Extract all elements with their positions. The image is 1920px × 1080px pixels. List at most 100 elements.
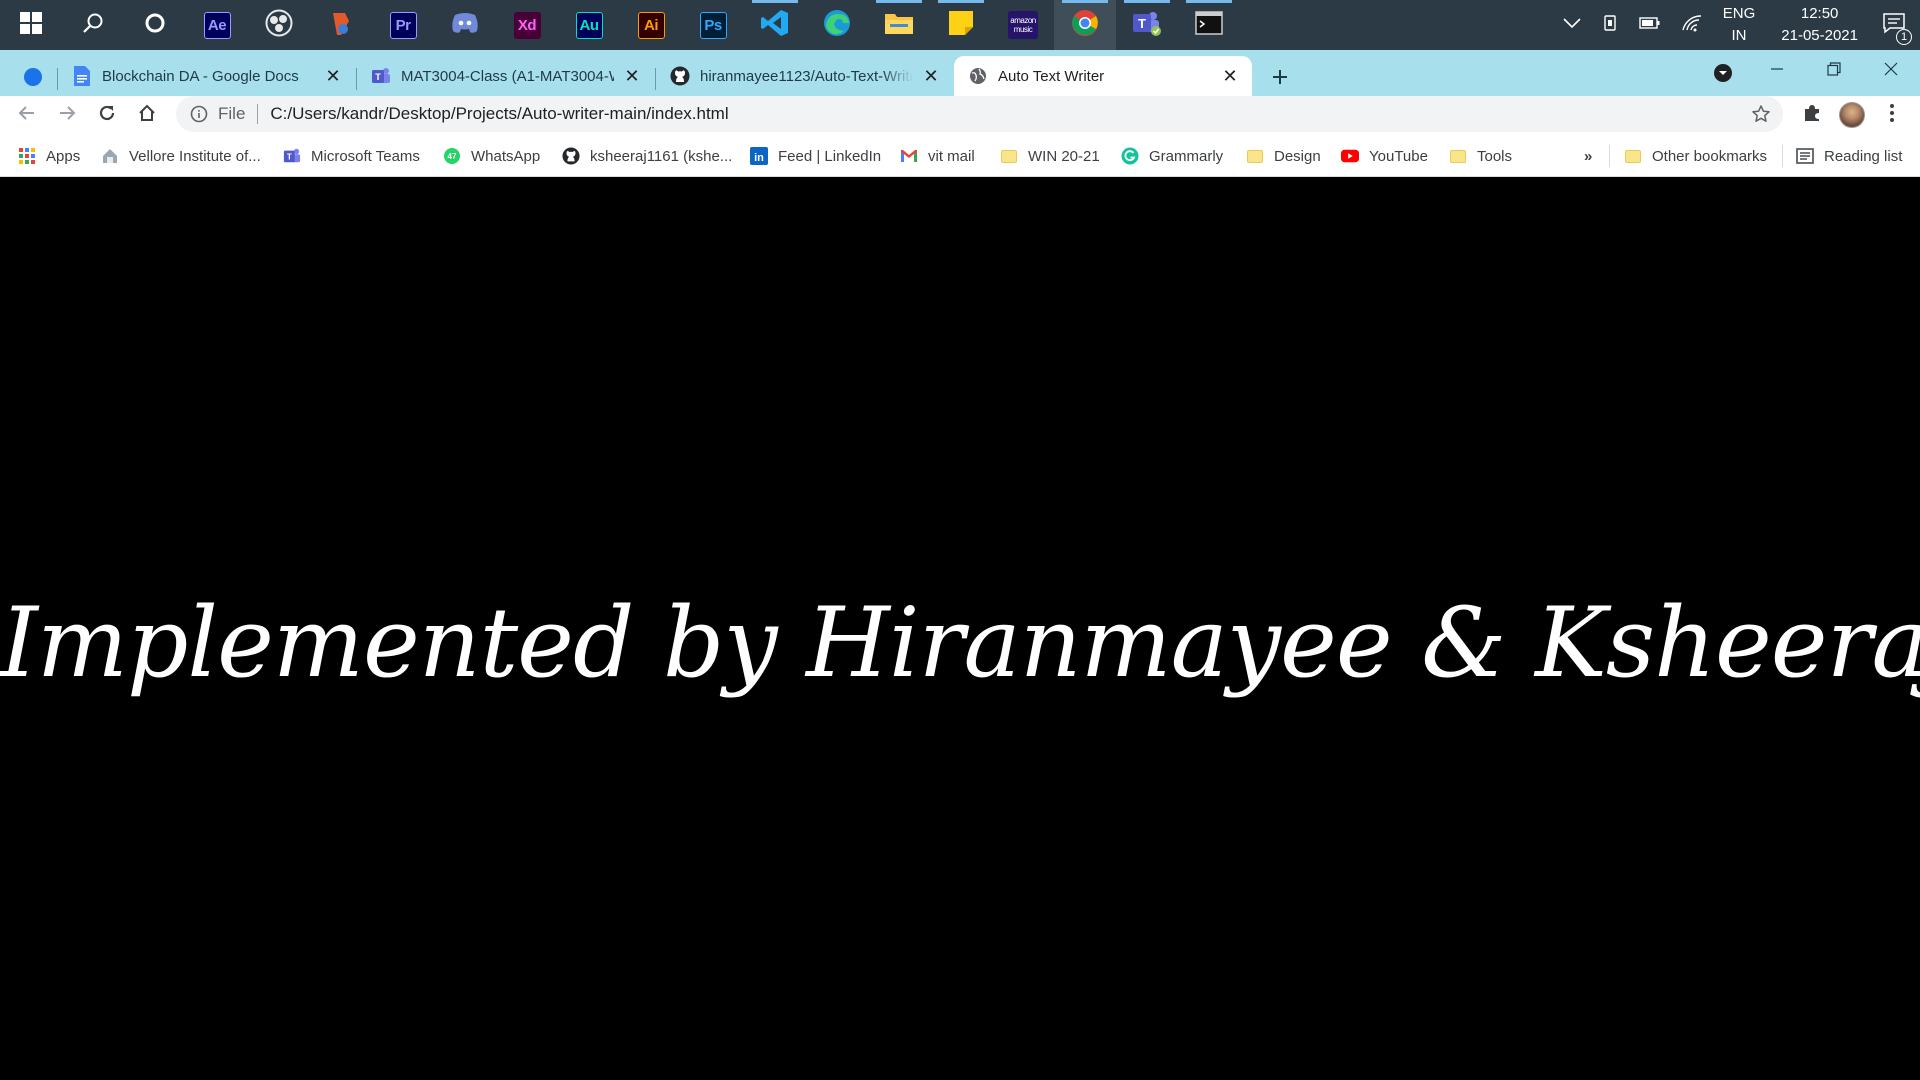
bookmarks-overflow-button[interactable]: » [1584, 144, 1592, 168]
bookmark-star-icon[interactable] [1751, 104, 1771, 124]
taskbar-app-adobe-xd[interactable]: Xd [496, 0, 558, 50]
grammarly-icon [1121, 147, 1139, 165]
tab-list-button[interactable] [1708, 60, 1738, 90]
bookmark-folder-win[interactable]: WIN 20-21 [1000, 144, 1100, 168]
bookmark-label: Tools [1477, 147, 1513, 165]
photoshop-icon: Ps [699, 11, 727, 39]
start-button[interactable] [0, 0, 62, 50]
svg-text:T: T [375, 72, 381, 82]
bookmark-whatsapp[interactable]: 47 WhatsApp [443, 144, 540, 168]
show-hidden-icons-button[interactable] [1553, 0, 1591, 50]
bookmark-github[interactable]: ksheeraj1161 (kshe... [562, 144, 732, 168]
forward-button[interactable] [50, 98, 84, 132]
gmail-icon [900, 147, 918, 165]
tab-google-docs[interactable]: Blockchain DA - Google Docs ✕ [58, 56, 355, 96]
taskbar-app-vscode[interactable] [744, 0, 806, 50]
clock[interactable]: 12:50 21-05-2021 [1765, 0, 1874, 50]
vit-icon [101, 147, 119, 165]
taskbar-app-photoshop[interactable]: Ps [682, 0, 744, 50]
profile-dot-icon [24, 68, 42, 86]
close-tab-icon[interactable]: ✕ [323, 66, 343, 86]
bookmark-label: Feed | LinkedIn [778, 147, 882, 165]
obs-icon [265, 9, 293, 42]
bookmark-youtube[interactable]: YouTube [1341, 144, 1428, 168]
taskbar-app-premiere-pro[interactable]: Pr [372, 0, 434, 50]
address-bar[interactable]: File C:/Users/kandr/Desktop/Projects/Aut… [176, 96, 1783, 132]
bookmarks-separator [1609, 145, 1610, 167]
chevron-down-circle-icon [1714, 63, 1732, 87]
tab-github-repo[interactable]: hiranmayee1123/Auto-Text-Write ✕ [656, 56, 953, 96]
cortana-button[interactable] [124, 0, 186, 50]
language-code: ENG [1722, 5, 1756, 22]
reload-icon [97, 103, 117, 128]
taskbar-app-illustrator[interactable]: Ai [620, 0, 682, 50]
restore-icon [1827, 59, 1841, 82]
close-tab-icon[interactable]: ✕ [921, 66, 941, 86]
tab-auto-text-writer[interactable]: Auto Text Writer ✕ [954, 56, 1252, 96]
github-icon [670, 66, 690, 86]
restore-button[interactable] [1805, 50, 1863, 90]
clock-time: 12:50 [1800, 5, 1839, 22]
taskbar-app-edge[interactable] [806, 0, 868, 50]
home-button[interactable] [130, 98, 164, 132]
taskbar-app-audition[interactable]: Au [558, 0, 620, 50]
url-text[interactable]: C:/Users/kandr/Desktop/Projects/Auto-wri… [270, 104, 728, 124]
omnibox-divider [257, 104, 259, 124]
vscode-icon [760, 8, 790, 43]
back-button[interactable] [10, 98, 44, 132]
minimize-button[interactable] [1748, 50, 1806, 90]
action-center-button[interactable]: 1 [1874, 0, 1920, 50]
apps-grid-icon [18, 147, 36, 165]
battery-button[interactable] [1629, 0, 1671, 50]
taskbar-app-tool[interactable] [310, 0, 372, 50]
reading-list-button[interactable]: Reading list [1796, 144, 1902, 168]
wifi-button[interactable] [1671, 0, 1713, 50]
taskbar-app-after-effects[interactable]: Ae [186, 0, 248, 50]
bookmark-vit[interactable]: Vellore Institute of... [101, 144, 261, 168]
taskbar-app-obs[interactable] [248, 0, 310, 50]
browser-toolbar: File C:/Users/kandr/Desktop/Projects/Aut… [0, 96, 1920, 134]
reload-button[interactable] [90, 98, 124, 132]
bookmark-label: Vellore Institute of... [129, 147, 261, 165]
svg-text:T: T [287, 153, 292, 162]
taskbar-app-file-explorer[interactable] [868, 0, 930, 50]
bookmark-label: Apps [46, 147, 81, 165]
taskbar-app-sticky-notes[interactable] [930, 0, 992, 50]
search-button[interactable] [62, 0, 124, 50]
bookmark-grammarly[interactable]: Grammarly [1121, 144, 1223, 168]
language-indicator[interactable]: ENG IN [1713, 0, 1766, 50]
taskbar-app-terminal[interactable] [1178, 0, 1240, 50]
chrome-menu-button[interactable] [1875, 98, 1909, 132]
bookmark-vit-mail[interactable]: vit mail [900, 144, 975, 168]
close-tab-icon[interactable]: ✕ [1220, 66, 1240, 86]
bookmark-label: Design [1274, 147, 1321, 165]
close-tab-icon[interactable]: ✕ [622, 66, 642, 86]
site-info-icon[interactable] [190, 105, 208, 123]
tray-device-button[interactable] [1591, 0, 1629, 50]
other-bookmarks-folder[interactable]: Other bookmarks [1624, 144, 1767, 168]
tab-teams-class[interactable]: T MAT3004-Class (A1-MAT3004-W ✕ [357, 56, 654, 96]
avatar [1839, 102, 1865, 128]
youtube-icon [1341, 147, 1359, 165]
taskbar-app-teams[interactable]: T [1116, 0, 1178, 50]
bookmark-linkedin[interactable]: in Feed | LinkedIn [750, 144, 881, 168]
teams-icon: T [371, 66, 391, 86]
bookmark-folder-design[interactable]: Design [1246, 144, 1321, 168]
puzzle-piece-icon [1802, 103, 1822, 128]
bookmark-microsoft-teams[interactable]: T Microsoft Teams [283, 144, 420, 168]
close-window-button[interactable] [1862, 50, 1920, 90]
new-tab-button[interactable] [1265, 64, 1295, 94]
bookmark-label: Reading list [1824, 147, 1903, 165]
profile-avatar-button[interactable] [1835, 98, 1869, 132]
taskbar-app-chrome[interactable] [1054, 0, 1116, 50]
system-tray: ENG IN 12:50 21-05-2021 1 [1553, 0, 1920, 50]
taskbar-app-amazon-music[interactable]: amazon music [992, 0, 1054, 50]
tab-search-button[interactable] [18, 62, 48, 92]
bookmark-apps[interactable]: Apps [18, 144, 80, 168]
battery-icon [1639, 16, 1661, 35]
bookmark-folder-tools[interactable]: Tools [1449, 144, 1512, 168]
extensions-button[interactable] [1795, 98, 1829, 132]
arrow-right-icon [57, 103, 77, 128]
taskbar-app-discord[interactable] [434, 0, 496, 50]
clock-date: 21-05-2021 [1781, 27, 1858, 44]
